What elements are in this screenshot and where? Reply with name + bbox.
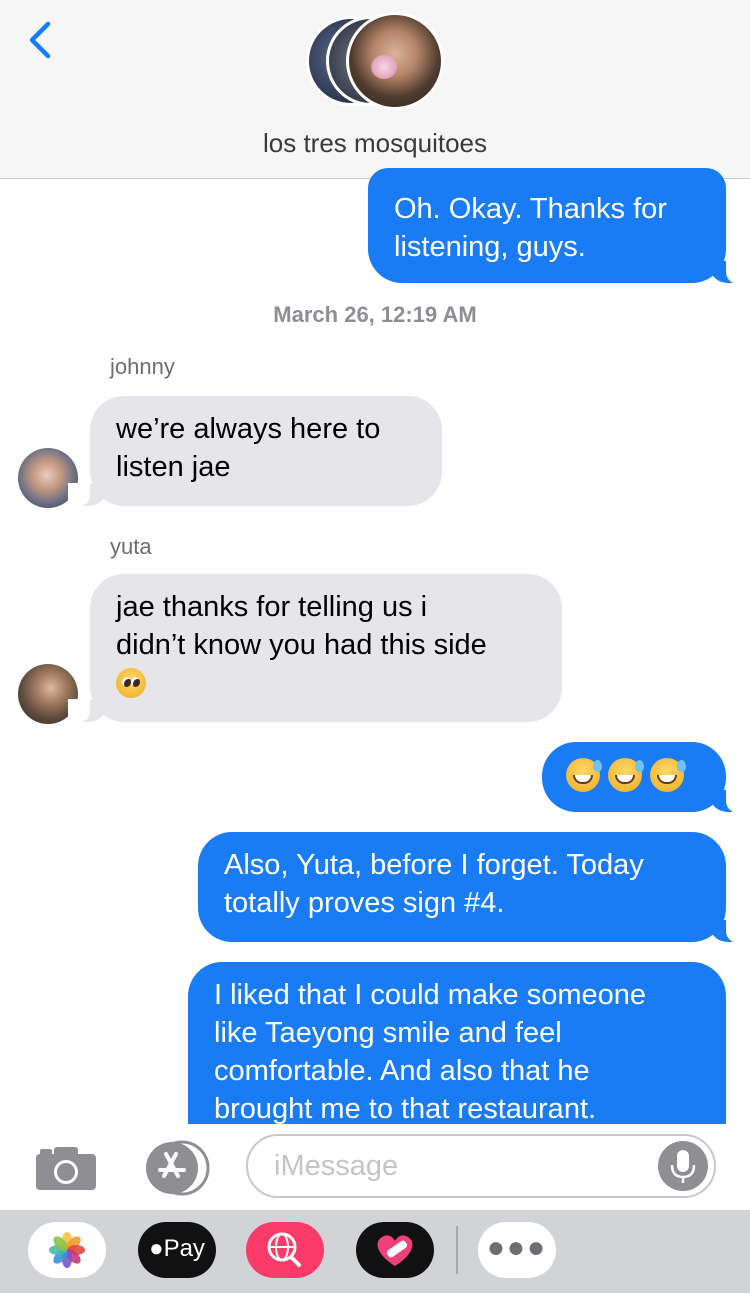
message-line: Also, Yuta, before I forget. Today bbox=[224, 849, 644, 881]
message-timestamp: March 26, 12:19 AM bbox=[273, 302, 477, 327]
conversation-header: los tres mosquitoes bbox=[0, 0, 750, 179]
pleading-face-emoji bbox=[116, 668, 146, 698]
flower-photo-detail bbox=[371, 55, 397, 79]
apple-pay-label: Pay bbox=[163, 1235, 205, 1262]
apple-logo-icon: ● bbox=[149, 1235, 164, 1262]
group-member-avatar bbox=[346, 12, 444, 110]
more-apps-button[interactable]: ●●● bbox=[478, 1222, 556, 1278]
grinning-sweat-emoji bbox=[566, 758, 602, 792]
image-search-button[interactable] bbox=[246, 1222, 324, 1278]
sender-name: johnny bbox=[110, 354, 175, 379]
message-line: like Taeyong smile and feel bbox=[214, 1017, 562, 1049]
outgoing-message[interactable]: Also, Yuta, before I forget. Today total… bbox=[198, 832, 748, 943]
outgoing-message[interactable] bbox=[542, 742, 748, 813]
microphone-icon bbox=[670, 1150, 696, 1183]
mic-button[interactable] bbox=[658, 1141, 708, 1191]
grinning-sweat-emoji bbox=[608, 758, 644, 792]
message-line: jae thanks for telling us i bbox=[116, 591, 428, 623]
message-line: Oh. Okay. Thanks for bbox=[394, 193, 667, 225]
app-drawer: ●Pay ●●● bbox=[0, 1210, 750, 1293]
imessage-input[interactable]: iMessage bbox=[246, 1134, 716, 1198]
drawer-divider bbox=[456, 1226, 458, 1274]
message-line: didn’t know you had this side bbox=[116, 629, 487, 661]
message-line: I liked that I could make someone bbox=[214, 979, 647, 1011]
group-avatar-stack[interactable] bbox=[306, 12, 446, 116]
grinning-sweat-emoji bbox=[650, 758, 686, 792]
more-dots-icon: ●●● bbox=[486, 1231, 548, 1264]
heart-bandage-icon bbox=[377, 1235, 413, 1266]
sender-name: yuta bbox=[110, 534, 152, 559]
back-chevron-icon[interactable] bbox=[22, 18, 62, 62]
message-line: listening, guys. bbox=[394, 231, 586, 263]
message-line: listen jae bbox=[116, 451, 231, 483]
outgoing-message[interactable]: Oh. Okay. Thanks for listening, guys. bbox=[368, 168, 748, 284]
message-line: comfortable. And also that he bbox=[214, 1055, 590, 1087]
conversation-title[interactable]: los tres mosquitoes bbox=[0, 128, 750, 159]
message-line: we’re always here to bbox=[116, 413, 381, 445]
photos-app-button[interactable] bbox=[28, 1222, 106, 1278]
camera-icon[interactable] bbox=[34, 1146, 98, 1192]
incoming-message[interactable]: jae thanks for telling us i didn’t know … bbox=[68, 574, 562, 723]
incoming-message[interactable]: we’re always here to listen jae bbox=[68, 396, 442, 507]
message-line: totally proves sign #4. bbox=[224, 887, 505, 919]
app-store-icon[interactable] bbox=[140, 1140, 212, 1196]
digital-touch-button[interactable] bbox=[356, 1222, 434, 1278]
photos-icon bbox=[49, 1232, 85, 1268]
globe-search-icon bbox=[267, 1232, 301, 1267]
message-line: brought me to that restaurant. bbox=[214, 1093, 597, 1125]
apple-pay-button[interactable]: ●Pay bbox=[138, 1222, 216, 1278]
input-placeholder: iMessage bbox=[274, 1150, 399, 1182]
message-input-bar: iMessage bbox=[0, 1124, 750, 1210]
